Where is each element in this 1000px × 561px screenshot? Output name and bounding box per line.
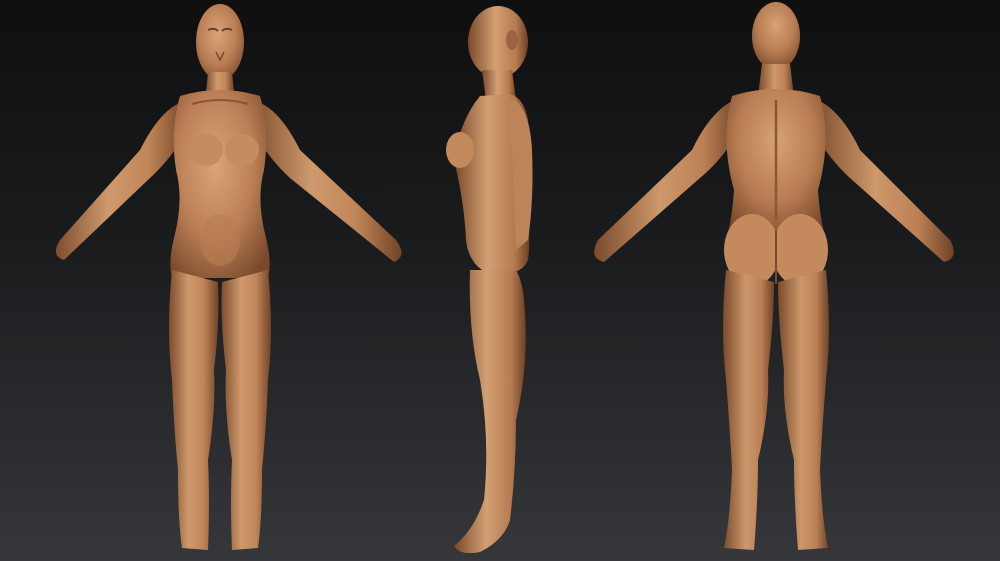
front-view-figure-icon bbox=[55, 4, 402, 550]
sculpt-viewport bbox=[0, 0, 1000, 561]
side-view-figure-icon bbox=[446, 6, 533, 554]
back-view-figure-icon bbox=[594, 2, 954, 550]
back-view-figure bbox=[580, 0, 980, 561]
side-view-figure bbox=[420, 0, 580, 561]
front-view-figure bbox=[20, 0, 420, 561]
